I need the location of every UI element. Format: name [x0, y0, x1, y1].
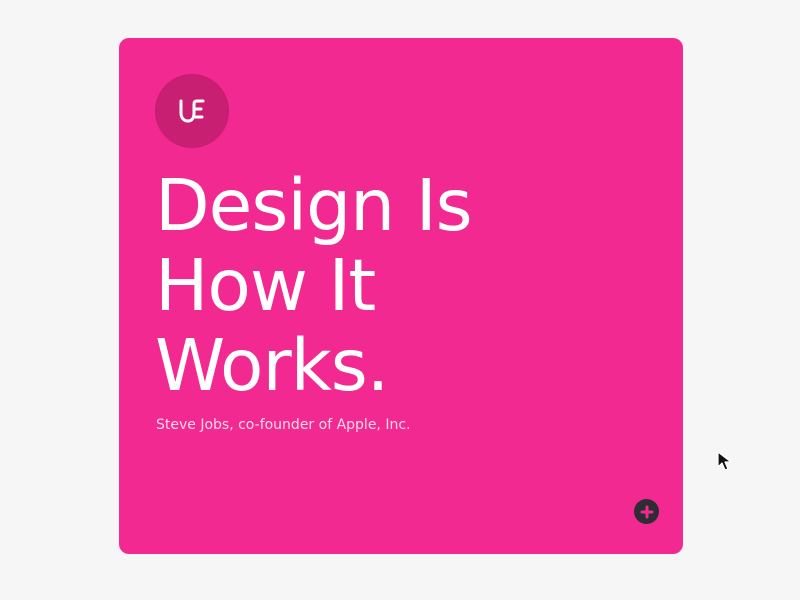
headline-line-2: How It — [155, 244, 376, 327]
quote-headline: Design Is How It Works. — [155, 166, 575, 406]
headline-line-3: Works. — [155, 324, 389, 407]
plus-icon — [640, 505, 653, 518]
mouse-pointer — [717, 451, 732, 471]
brand-logo — [155, 74, 229, 148]
add-button[interactable] — [634, 499, 659, 524]
quote-card: Design Is How It Works. Steve Jobs, co-f… — [119, 38, 683, 554]
headline-line-1: Design Is — [155, 164, 473, 247]
mouse-pointer-icon — [717, 451, 732, 471]
uf-monogram-icon — [179, 99, 205, 123]
quote-attribution: Steve Jobs, co-founder of Apple, Inc. — [156, 417, 411, 433]
